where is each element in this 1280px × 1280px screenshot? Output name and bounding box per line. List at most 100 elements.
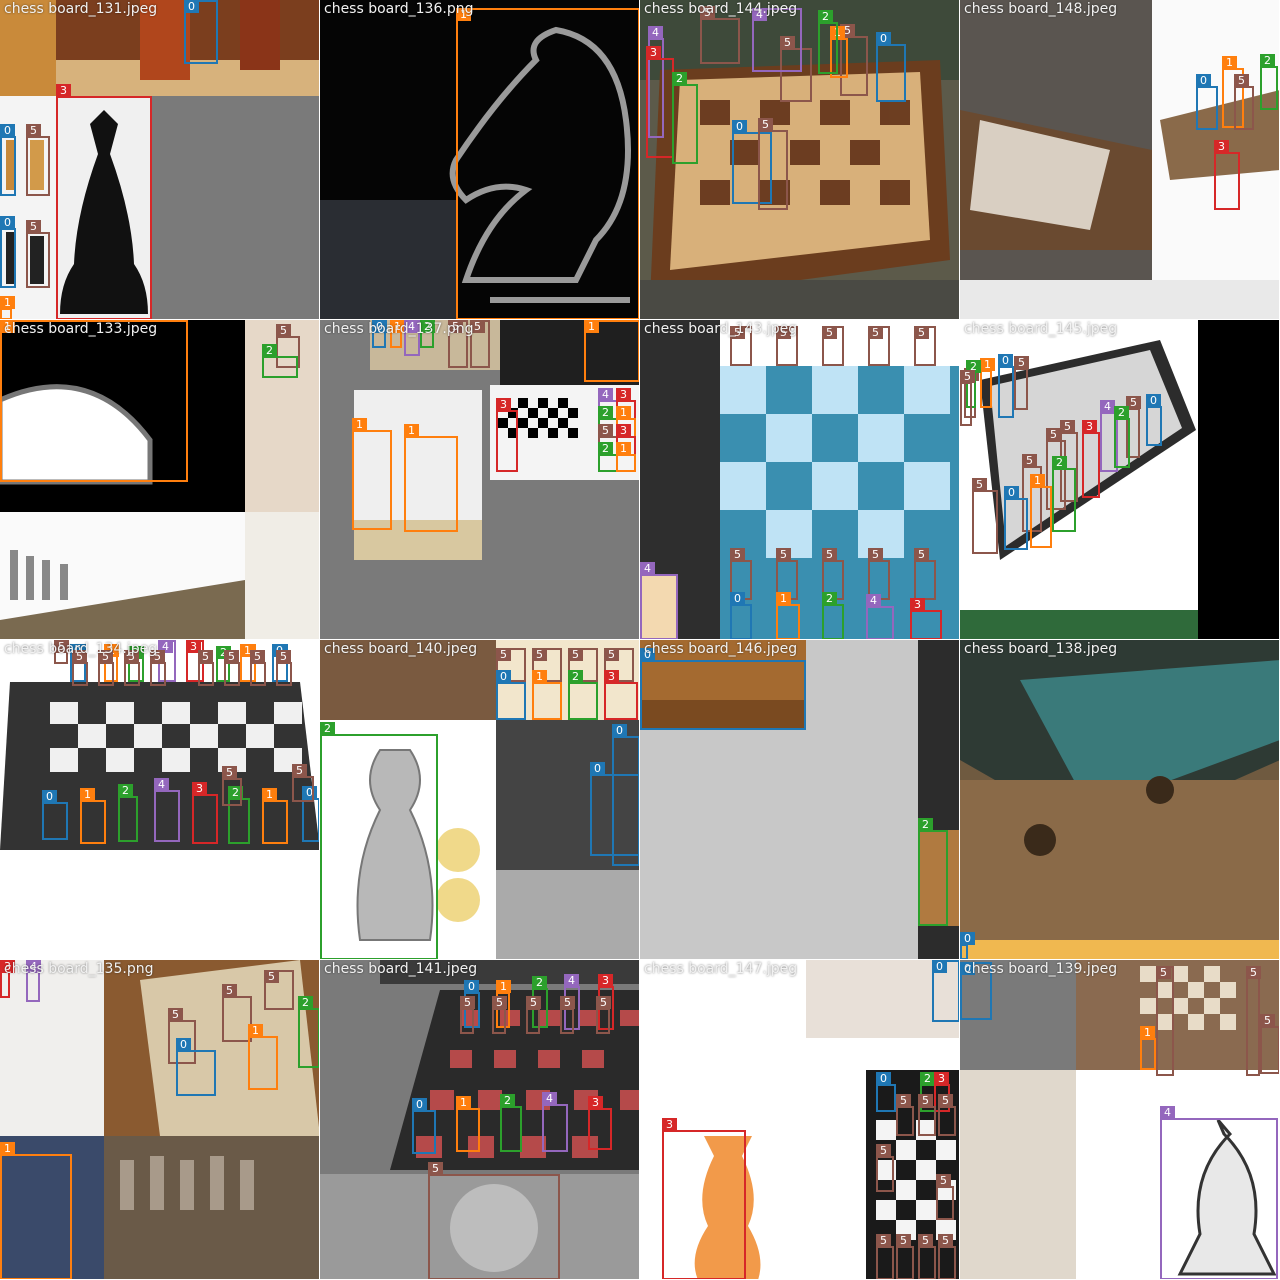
detection-box: 1 [776, 592, 800, 639]
class-label: 5 [26, 124, 41, 137]
detection-box: 5 [914, 326, 936, 366]
class-label: 0 [998, 354, 1013, 367]
detection-box: 2 [818, 10, 838, 74]
image-tile: chess board_137.png 0 1 4 2 5 5 1 1 1 3 4 3 2 1 5 3 2 1 [320, 320, 640, 640]
class-label: 5 [428, 1162, 443, 1175]
detection-box: 3 [1082, 420, 1100, 498]
image-tile: chess board_148.jpeg 0 1 2 5 3 [960, 0, 1280, 320]
image-filename: chess board_143.jpeg [644, 321, 798, 337]
class-label: 3 [910, 598, 925, 611]
class-label: 3 [934, 1072, 949, 1085]
class-label: 4 [1160, 1106, 1175, 1119]
class-label: 2 [298, 996, 313, 1009]
class-label: 1 [1140, 1026, 1155, 1039]
detection-box: 5 [918, 1234, 936, 1279]
detection-box: 3 [496, 398, 518, 472]
tile-scene [640, 320, 959, 639]
class-label: 1 [584, 320, 599, 333]
class-label: 5 [1022, 454, 1037, 467]
detection-box: 5 [1260, 1014, 1279, 1074]
image-tile: chess board_147.jpeg 3 0 0 2 3 5 5 5 5 5 5 5 5 5 [640, 960, 960, 1280]
detection-box: 3 [646, 46, 674, 158]
class-label: 4 [866, 594, 881, 607]
detection-box: 1 [0, 1142, 72, 1279]
class-label: 1 [616, 406, 631, 419]
detection-box: 0 [998, 354, 1014, 418]
detection-box: 5 [938, 1234, 956, 1279]
image-filename: chess board_131.jpeg [4, 1, 158, 17]
class-label: 1 [980, 358, 995, 371]
class-label: 1 [404, 424, 419, 437]
detection-box: 4 [1160, 1106, 1278, 1279]
detection-box: 5 [596, 996, 611, 1034]
class-label: 5 [876, 1144, 891, 1157]
class-label: 4 [564, 974, 579, 987]
detection-box: 5 [876, 1234, 894, 1279]
detection-box: 5 [876, 1144, 894, 1192]
class-label: 5 [568, 648, 583, 661]
detection-box: 3 [662, 1118, 746, 1279]
class-label: 0 [184, 0, 199, 13]
detection-box: 2 [320, 722, 438, 959]
image-tile: chess board_143.jpeg 5 5 5 5 5 5 5 5 5 5 0 1 2 4 3 4 [640, 320, 960, 640]
class-label: 5 [918, 1234, 933, 1247]
detection-box: 1 [616, 442, 636, 472]
class-label: 1 [532, 670, 547, 683]
detection-box: 0 [640, 648, 806, 730]
detection-box: 1 [1030, 474, 1052, 548]
detection-box: 3 [192, 782, 218, 844]
class-label: 4 [1100, 400, 1115, 413]
class-label: 3 [616, 424, 631, 437]
detection-box: 0 [0, 216, 16, 288]
class-label: 5 [936, 1174, 951, 1187]
detection-box: 5 [150, 650, 166, 686]
class-label: 4 [154, 778, 169, 791]
class-label: 2 [920, 1072, 935, 1085]
detection-box: 0 [176, 1038, 216, 1096]
class-label: 5 [276, 324, 291, 337]
class-label: 1 [616, 442, 631, 455]
class-label: 0 [176, 1038, 191, 1051]
detection-box: 0 [496, 670, 526, 720]
detection-box: 1 [456, 8, 639, 319]
class-label: 0 [0, 124, 15, 137]
image-tile: chess board_134.jpeg01243210555555550124… [0, 640, 320, 960]
detection-box: 5 [250, 650, 266, 686]
detection-box: 0 [1146, 394, 1162, 446]
detection-box: 2 [1114, 406, 1130, 468]
detection-box: 5 [896, 1234, 914, 1279]
image-filename: chess board_148.jpeg [964, 1, 1118, 17]
image-tile: chess board_140.jpeg 2 5 5 5 5 0 1 2 3 0 0 [320, 640, 640, 960]
detection-box: 0 [302, 786, 319, 842]
class-label: 5 [460, 996, 475, 1009]
class-label: 5 [896, 1094, 911, 1107]
detection-box: 0 [412, 1098, 436, 1154]
detection-box: 5 [1246, 966, 1261, 1076]
class-label: 5 [250, 650, 265, 663]
class-label: 5 [198, 650, 213, 663]
class-label: 2 [818, 10, 833, 23]
image-filename: chess board_133.jpeg [4, 321, 158, 337]
class-label: 1 [0, 296, 15, 309]
class-label: 5 [918, 1094, 933, 1107]
class-label: 5 [224, 650, 239, 663]
class-label: 0 [612, 724, 627, 737]
detection-box: 5 [1014, 356, 1029, 410]
detection-box: 5 [700, 6, 740, 64]
detection-box: 0 [1004, 486, 1028, 550]
detection-box: 0 [1196, 74, 1218, 130]
detection-box: 2 [822, 592, 844, 639]
detection-box: 5 [124, 650, 140, 686]
class-label: 3 [616, 388, 631, 401]
detection-box: 0 [42, 790, 68, 840]
class-label: 1 [80, 788, 95, 801]
detection-box: 0 [960, 932, 975, 959]
class-label: 3 [604, 670, 619, 683]
class-label: 0 [960, 932, 975, 945]
detection-box: 5 [1234, 74, 1254, 130]
image-tile: chess board_131.jpeg 3 0 5 0 5 0 1 [0, 0, 320, 320]
detection-box: 1 [1140, 1026, 1156, 1070]
class-label: 3 [192, 782, 207, 795]
class-label: 5 [896, 1234, 911, 1247]
detection-box: 5 [936, 1174, 954, 1220]
